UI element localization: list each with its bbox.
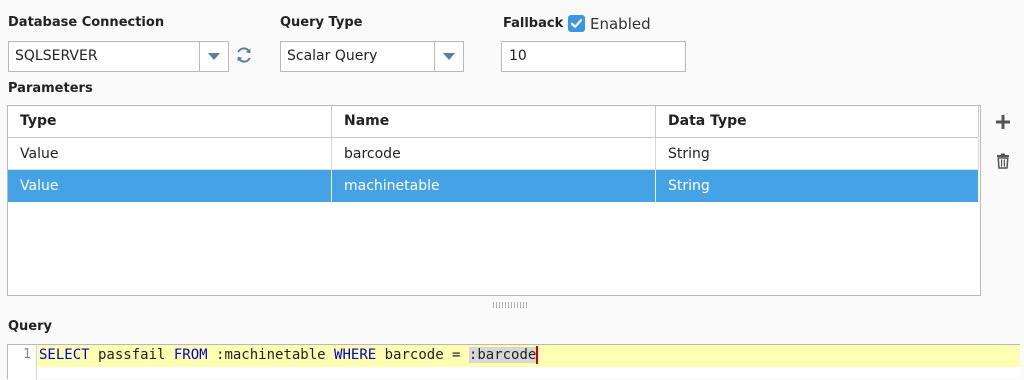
resize-handle[interactable] [493,302,527,308]
cell-type[interactable]: Value [8,170,332,202]
code-text: barcode = [376,347,469,363]
code-text: :machinetable [207,347,335,363]
cell-name[interactable]: barcode [332,138,656,170]
fallback-value-input[interactable]: 10 [501,41,686,72]
query-editor[interactable]: 1 SELECT passfail FROM :machinetable WHE… [7,344,1020,380]
plus-icon[interactable] [993,112,1013,132]
trash-icon[interactable] [993,151,1013,171]
table-row[interactable]: Value barcode String [8,138,979,170]
keyword-select: SELECT [39,347,90,363]
query-type-dropdown[interactable]: Scalar Query [280,41,464,72]
cell-data-type[interactable]: String [656,170,979,202]
fallback-label: Fallback [503,16,564,31]
table-header: Type Name Data Type [8,106,979,138]
query-label: Query [8,319,53,334]
editor-gutter: 1 [8,345,37,380]
chevron-down-icon[interactable] [199,42,228,71]
query-type-label: Query Type [280,15,363,30]
keyword-where: WHERE [334,347,377,363]
parameters-table: Type Name Data Type Value barcode String… [7,105,981,296]
fallback-enabled-checkbox[interactable] [568,15,585,32]
keyword-from: FROM [173,347,208,363]
cell-data-type[interactable]: String [656,138,979,170]
selected-text: :barcode [468,347,537,363]
parameters-label: Parameters [8,81,93,96]
column-header-name[interactable]: Name [332,106,656,137]
cell-name[interactable]: machinetable [332,170,656,202]
chevron-down-icon[interactable] [434,42,463,71]
fallback-enabled-label[interactable]: Enabled [590,15,651,33]
text-caret [536,346,539,364]
query-type-value: Scalar Query [287,48,378,64]
line-number: 1 [23,347,31,362]
database-connection-dropdown[interactable]: SQLSERVER [8,41,229,72]
column-header-type[interactable]: Type [8,106,332,137]
checkmark-icon [570,19,583,28]
code-text: passfail [89,347,174,363]
refresh-icon[interactable] [234,45,254,65]
database-connection-value: SQLSERVER [15,48,98,64]
column-header-data-type[interactable]: Data Type [656,106,979,137]
database-connection-label: Database Connection [8,15,165,30]
table-row-selected[interactable]: Value machinetable String [8,170,979,202]
code-line[interactable]: SELECT passfail FROM :machinetable WHERE… [37,345,1020,367]
cell-type[interactable]: Value [8,138,332,170]
